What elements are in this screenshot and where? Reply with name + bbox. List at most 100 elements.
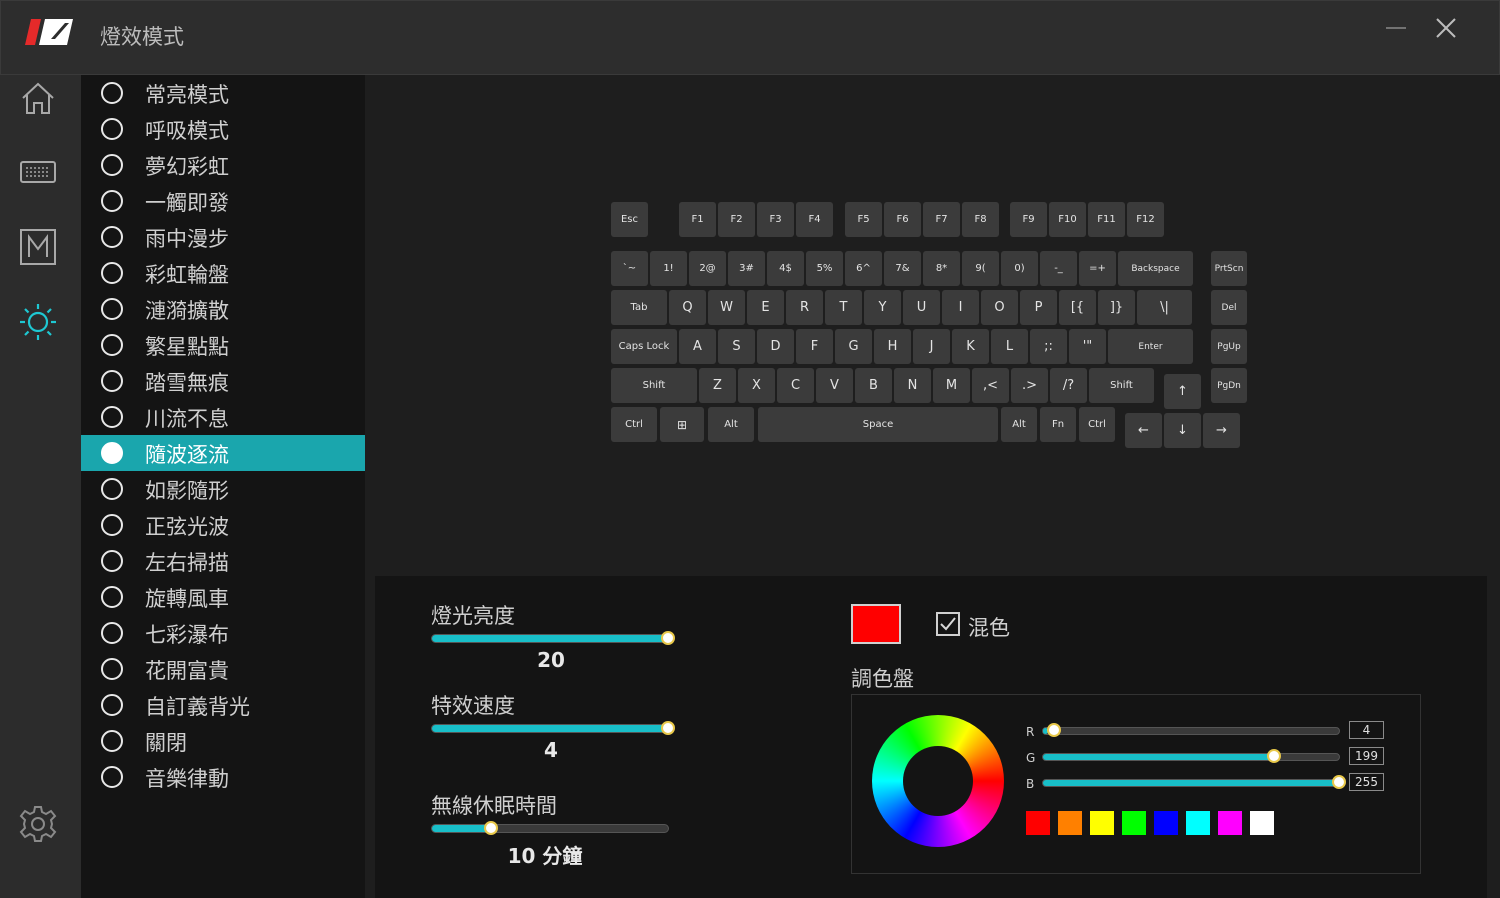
key-letter[interactable]: V (816, 368, 853, 403)
sleep-time-slider[interactable] (431, 821, 669, 835)
mode-item[interactable]: 自訂義背光 (81, 687, 365, 723)
mode-radio[interactable] (101, 478, 123, 500)
mode-item[interactable]: 正弦光波 (81, 507, 365, 543)
key-letter[interactable]: G (835, 329, 872, 364)
key-pgdn[interactable]: PgDn (1211, 368, 1247, 403)
settings-gear-icon[interactable] (18, 804, 58, 844)
key-letter[interactable]: Y (864, 290, 901, 325)
key-letter[interactable]: ;: (1030, 329, 1067, 364)
mode-radio[interactable] (101, 334, 123, 356)
mode-item[interactable]: 漣漪擴散 (81, 291, 365, 327)
key-number[interactable]: 3# (728, 251, 765, 286)
key-right-alt[interactable]: Alt (1001, 407, 1037, 442)
key-arrow-up[interactable]: ↑ (1164, 374, 1201, 409)
key-number[interactable]: 9( (962, 251, 999, 286)
mode-radio[interactable] (101, 442, 123, 464)
key-alt[interactable]: Alt (708, 407, 754, 442)
key-letter[interactable]: A (679, 329, 716, 364)
key-letter[interactable]: Q (669, 290, 706, 325)
mode-item[interactable]: 旋轉風車 (81, 579, 365, 615)
key-letter[interactable]: O (981, 290, 1018, 325)
key-letter[interactable]: T (825, 290, 862, 325)
key-prtscn[interactable]: PrtScn (1211, 251, 1247, 286)
rgb-channel-slider[interactable] (1042, 723, 1340, 737)
key-f2[interactable]: F2 (718, 202, 755, 237)
key-right-shift[interactable]: Shift (1089, 368, 1154, 403)
minimize-icon[interactable] (1383, 15, 1409, 41)
key-left-shift[interactable]: Shift (611, 368, 697, 403)
key-letter[interactable]: C (777, 368, 814, 403)
key-right-ctrl[interactable]: Ctrl (1079, 407, 1115, 442)
mode-item[interactable]: 關閉 (81, 723, 365, 759)
key-arrow-down[interactable]: ↓ (1164, 413, 1201, 448)
key-pgup[interactable]: PgUp (1211, 329, 1247, 364)
mode-item[interactable]: 踏雪無痕 (81, 363, 365, 399)
key-letter[interactable]: K (952, 329, 989, 364)
mode-radio[interactable] (101, 154, 123, 176)
speed-slider[interactable] (431, 721, 675, 735)
mode-item[interactable]: 雨中漫步 (81, 219, 365, 255)
key-tab[interactable]: Tab (611, 290, 667, 325)
mode-item[interactable]: 彩虹輪盤 (81, 255, 365, 291)
mode-item[interactable]: 川流不息 (81, 399, 365, 435)
key-letter[interactable]: U (903, 290, 940, 325)
key-arrow-left[interactable]: ← (1125, 413, 1162, 448)
key-number[interactable]: 7& (884, 251, 921, 286)
mode-radio[interactable] (101, 370, 123, 392)
key-f5[interactable]: F5 (845, 202, 882, 237)
key-letter[interactable]: N (894, 368, 931, 403)
key-letter[interactable]: R (786, 290, 823, 325)
key-windows[interactable]: ⊞ (660, 407, 704, 442)
rgb-channel-input[interactable]: 255 (1349, 773, 1384, 791)
key-esc[interactable]: Esc (611, 202, 648, 237)
mode-radio[interactable] (101, 406, 123, 428)
key-letter[interactable]: \| (1137, 290, 1192, 325)
key-f1[interactable]: F1 (679, 202, 716, 237)
color-wheel[interactable] (872, 715, 1004, 847)
key-number[interactable]: 1! (650, 251, 687, 286)
key-letter[interactable]: W (708, 290, 745, 325)
key-letter[interactable]: F (796, 329, 833, 364)
key-letter[interactable]: S (718, 329, 755, 364)
key-letter[interactable]: P (1020, 290, 1057, 325)
key-number[interactable]: 8* (923, 251, 960, 286)
mode-radio[interactable] (101, 190, 123, 212)
speed-thumb[interactable] (661, 721, 675, 735)
lighting-icon[interactable] (18, 302, 58, 342)
mode-item[interactable]: 繁星點點 (81, 327, 365, 363)
color-swatch[interactable] (1090, 811, 1114, 835)
key-number[interactable]: 2@ (689, 251, 726, 286)
current-color-swatch[interactable] (851, 604, 901, 644)
key-letter[interactable]: '" (1069, 329, 1106, 364)
color-swatch[interactable] (1154, 811, 1178, 835)
mode-item[interactable]: 音樂律動 (81, 759, 365, 795)
rgb-channel-slider[interactable] (1042, 775, 1346, 789)
key-ctrl[interactable]: Ctrl (611, 407, 657, 442)
key-f9[interactable]: F9 (1010, 202, 1047, 237)
mode-radio[interactable] (101, 262, 123, 284)
mode-item[interactable]: 常亮模式 (81, 75, 365, 111)
key-number[interactable]: =+ (1079, 251, 1116, 286)
key-arrow-right[interactable]: → (1203, 413, 1240, 448)
mode-item[interactable]: 七彩瀑布 (81, 615, 365, 651)
color-swatch[interactable] (1122, 811, 1146, 835)
rgb-channel-thumb[interactable] (1047, 723, 1061, 737)
sleep-time-thumb[interactable] (484, 821, 498, 835)
key-number[interactable]: `~ (611, 251, 648, 286)
mode-radio[interactable] (101, 550, 123, 572)
mix-color-checkbox[interactable] (936, 612, 960, 636)
key-number[interactable]: 5% (806, 251, 843, 286)
mode-radio[interactable] (101, 730, 123, 752)
mode-radio[interactable] (101, 514, 123, 536)
key-number[interactable]: -_ (1040, 251, 1077, 286)
key-space[interactable]: Space (758, 407, 998, 442)
macro-icon[interactable] (18, 227, 58, 267)
keyboard-icon[interactable] (18, 153, 58, 193)
key-caps-lock[interactable]: Caps Lock (611, 329, 677, 364)
brightness-slider[interactable] (431, 631, 675, 645)
key-letter[interactable]: E (747, 290, 784, 325)
rgb-channel-thumb[interactable] (1266, 749, 1281, 763)
mode-item[interactable]: 呼吸模式 (81, 111, 365, 147)
mode-radio[interactable] (101, 226, 123, 248)
key-f3[interactable]: F3 (757, 202, 794, 237)
